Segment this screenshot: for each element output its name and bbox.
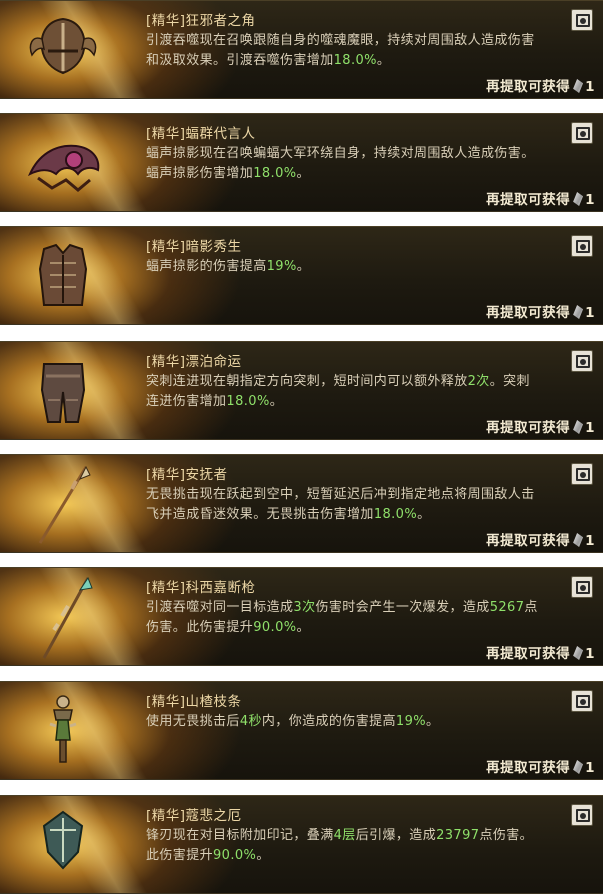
legendary-card[interactable]: [精华]蔻悲之厄 锋刃现在对目标附加印记，叠满4层后引爆，造成23797点伤害。… [0, 795, 603, 894]
item-title: [精华]蝠群代言人 [146, 126, 256, 142]
inspect-icon[interactable] [571, 576, 593, 598]
item-title: [精华]山楂枝条 [146, 694, 242, 710]
legendary-card[interactable]: [精华]暗影秀生 蝠声掠影的伤害提高19%。 再提取可获得 1 [0, 226, 603, 325]
item-title: [精华]蔻悲之厄 [146, 808, 242, 824]
item-description: 引渡吞噬对同一目标造成3次伤害时会产生一次爆发，造成5267点 伤害。此伤害提升… [146, 600, 538, 635]
spear-icon [18, 576, 108, 659]
inspect-icon[interactable] [571, 122, 593, 144]
item-title: [精华]科西嘉断枪 [146, 580, 256, 596]
essence-shard-icon [573, 533, 584, 547]
item-title: [精华]狂邪者之角 [146, 13, 256, 29]
polearm-icon [18, 463, 108, 545]
inspect-icon[interactable] [571, 9, 593, 31]
extract-reward: 再提取可获得 1 [486, 305, 595, 321]
inspect-icon[interactable] [571, 463, 593, 485]
item-description: 蝠声掠影现在召唤蝙蝠大军环绕自身，持续对周围敌人造成伤害。 蝠声掠影伤害增加18… [146, 146, 535, 181]
totem-icon [18, 690, 108, 772]
legendary-card[interactable]: [精华]漂泊命运 突刺连进现在朝指定方向突刺，短时间内可以额外释放2次。突刺 连… [0, 341, 603, 440]
essence-shard-icon [573, 79, 584, 93]
inspect-icon[interactable] [571, 690, 593, 712]
extract-reward: 再提取可获得 1 [486, 533, 595, 549]
extract-reward: 再提取可获得 1 [486, 79, 595, 95]
horned-helm-icon [18, 9, 108, 91]
item-description: 无畏挑击现在跃起到空中，短暂延迟后冲到指定地点将周围敌人击 飞并造成昏迷效果。无… [146, 487, 535, 522]
leg-armor-icon [18, 350, 108, 432]
winged-pauldron-icon [18, 122, 108, 204]
extract-reward: 再提取可获得 1 [486, 646, 595, 662]
item-title: [精华]暗影秀生 [146, 239, 242, 255]
legendary-card[interactable]: [精华]安抚者 无畏挑击现在跃起到空中，短暂延迟后冲到指定地点将周围敌人击 飞并… [0, 454, 603, 553]
inspect-icon[interactable] [571, 350, 593, 372]
essence-shard-icon [573, 420, 584, 434]
extract-reward: 再提取可获得 1 [486, 420, 595, 436]
item-description: 锋刃现在对目标附加印记，叠满4层后引爆，造成23797点伤害。 此伤害提升90.… [146, 828, 534, 863]
essence-shard-icon [573, 646, 584, 660]
item-description: 突刺连进现在朝指定方向突刺，短时间内可以额外释放2次。突刺 连进伤害增加18.0… [146, 374, 530, 409]
item-title: [精华]漂泊命运 [146, 354, 242, 370]
essence-shard-icon [573, 305, 584, 319]
legendary-card[interactable]: [精华]狂邪者之角 引渡吞噬现在召唤跟随自身的噬魂魔眼，持续对周围敌人造成伤害 … [0, 0, 603, 99]
essence-shard-icon [573, 760, 584, 774]
item-title: [精华]安抚者 [146, 467, 228, 483]
legendary-card[interactable]: [精华]科西嘉断枪 引渡吞噬对同一目标造成3次伤害时会产生一次爆发，造成5267… [0, 567, 603, 666]
inspect-icon[interactable] [571, 235, 593, 257]
chest-armor-icon [18, 235, 108, 317]
item-description: 使用无畏挑击后4秒内，你造成的伤害提高19%。 [146, 714, 440, 729]
item-description: 蝠声掠影的伤害提高19%。 [146, 259, 311, 274]
legendary-card[interactable]: [精华]蝠群代言人 蝠声掠影现在召唤蝙蝠大军环绕自身，持续对周围敌人造成伤害。 … [0, 113, 603, 212]
inspect-icon[interactable] [571, 804, 593, 826]
extract-reward: 再提取可获得 1 [486, 192, 595, 208]
item-description: 引渡吞噬现在召唤跟随自身的噬魂魔眼，持续对周围敌人造成伤害 和汲取效果。引渡吞噬… [146, 33, 535, 68]
shield-icon [18, 804, 108, 886]
legendary-card[interactable]: [精华]山楂枝条 使用无畏挑击后4秒内，你造成的伤害提高19%。 再提取可获得 1 [0, 681, 603, 780]
extract-reward: 再提取可获得 1 [486, 760, 595, 776]
essence-shard-icon [573, 192, 584, 206]
